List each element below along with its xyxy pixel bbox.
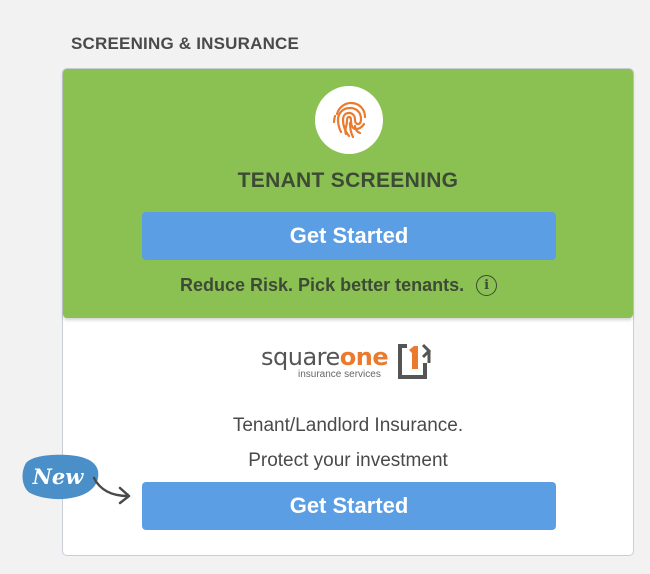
info-icon[interactable]: i	[476, 275, 498, 296]
screening-insurance-card: TENANT SCREENING Get Started Reduce Risk…	[62, 68, 634, 556]
section-title: SCREENING & INSURANCE	[71, 34, 300, 53]
insurance-subtext: Protect your investment	[248, 450, 448, 471]
fingerprint-icon	[315, 86, 383, 154]
tagline-text: Reduce Risk. Pick better tenants.	[180, 275, 465, 295]
screening-tagline: Reduce Risk. Pick better tenants. i	[180, 275, 498, 296]
new-badge: New	[20, 453, 102, 501]
square-one-logo-mark	[398, 343, 432, 379]
new-badge-label: New	[32, 463, 84, 489]
insurance-get-started-button[interactable]: Get Started	[142, 482, 556, 530]
logo-wordmark: squareone	[261, 343, 389, 371]
tenant-screening-title: TENANT SCREENING	[237, 169, 459, 192]
insurance-description: Tenant/Landlord Insurance.	[232, 415, 464, 436]
screening-get-started-button[interactable]: Get Started	[142, 212, 556, 260]
tenant-screening-panel: TENANT SCREENING Get Started Reduce Risk…	[63, 69, 633, 318]
square-one-logo: squareone insurance services	[261, 341, 441, 385]
curved-arrow-icon	[92, 476, 131, 505]
logo-subtitle: insurance services	[298, 369, 381, 380]
